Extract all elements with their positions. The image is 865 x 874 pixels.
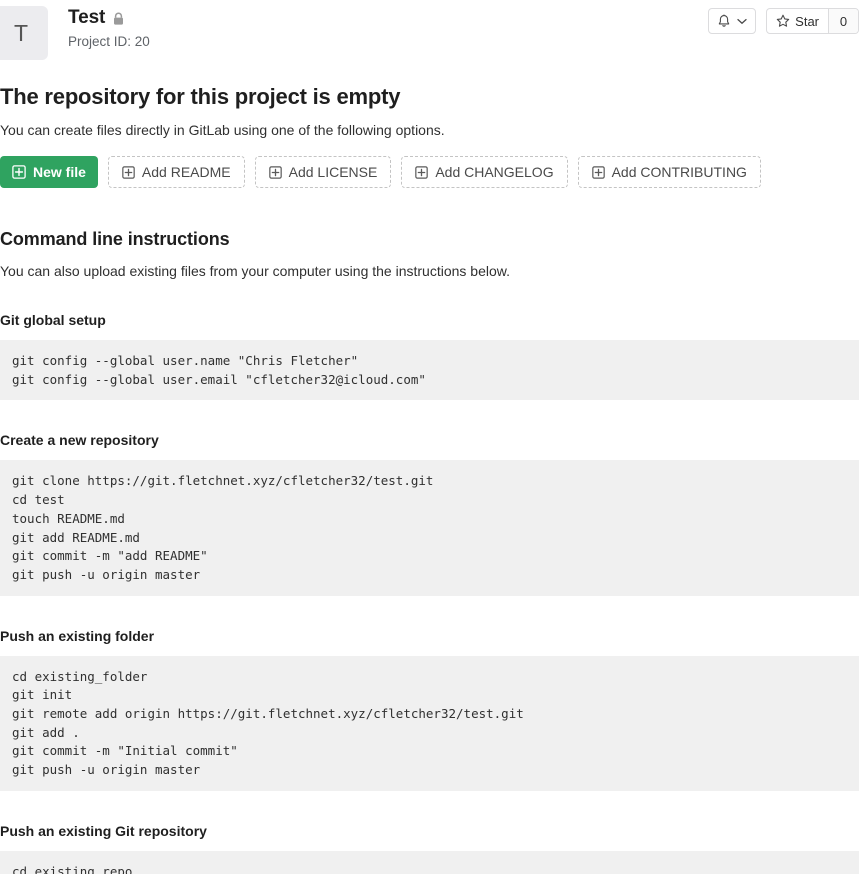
project-title-row: Test <box>68 7 150 29</box>
empty-repo-title: The repository for this project is empty <box>0 84 401 109</box>
add-changelog-button[interactable]: Add CHANGELOG <box>401 156 568 188</box>
code-block-push-existing-folder[interactable]: cd existing_folder git init git remote a… <box>0 655 859 791</box>
add-readme-button-label: Add README <box>141 164 231 180</box>
section-heading-create-new-repository: Create a new repository <box>0 432 159 449</box>
add-readme-button[interactable]: Add README <box>107 156 245 188</box>
section-heading-git-global-setup: Git global setup <box>0 312 106 328</box>
project-page: T Test Project ID: 20 Star 0 The reposit… <box>0 0 865 874</box>
add-contributing-button[interactable]: Add CONTRIBUTING <box>577 156 761 188</box>
star-button-label: Star <box>795 13 819 29</box>
plus-square-icon <box>268 165 282 179</box>
avatar-letter: T <box>13 19 29 46</box>
bell-icon <box>717 14 731 29</box>
section-heading-push-existing-git-repository: Push an existing Git repository <box>0 822 207 839</box>
notification-dropdown-button[interactable] <box>708 8 757 34</box>
plus-square-icon <box>591 165 605 179</box>
new-file-button-label: New file <box>33 164 86 180</box>
section-heading-push-existing-folder: Push an existing folder <box>0 627 155 644</box>
star-button[interactable]: Star 0 <box>766 8 859 34</box>
star-count[interactable]: 0 <box>828 9 858 33</box>
plus-square-icon <box>12 165 26 179</box>
code-block-create-new-repository[interactable]: git clone https://git.fletchnet.xyz/cfle… <box>0 460 859 596</box>
cli-instructions-title: Command line instructions <box>0 229 230 249</box>
add-changelog-button-label: Add CHANGELOG <box>435 164 554 180</box>
new-file-button[interactable]: New file <box>0 156 98 188</box>
main-content: The repository for this project is empty… <box>0 84 865 874</box>
cli-instructions-subtitle: You can also upload existing files from … <box>0 263 510 279</box>
header-actions: Star 0 <box>708 8 859 34</box>
add-license-button[interactable]: Add LICENSE <box>254 156 392 188</box>
plus-square-icon <box>122 165 135 179</box>
code-block-git-global-setup[interactable]: git config --global user.name "Chris Fle… <box>0 340 859 401</box>
empty-repo-actions: New file Add README Add LICENSE Add CHAN… <box>0 156 859 188</box>
plus-square-icon <box>415 165 429 179</box>
chevron-down-icon <box>737 18 747 25</box>
star-button-main[interactable]: Star <box>767 9 828 33</box>
project-avatar: T <box>0 6 48 60</box>
add-contributing-button-label: Add CONTRIBUTING <box>611 164 747 180</box>
star-icon <box>776 14 790 28</box>
empty-repo-subtitle: You can create files directly in GitLab … <box>0 122 445 138</box>
page-title: Test <box>68 7 106 28</box>
project-meta: Test Project ID: 20 <box>68 6 150 50</box>
add-license-button-label: Add LICENSE <box>288 164 378 180</box>
project-id-label: Project ID: 20 <box>68 34 150 49</box>
code-block-push-existing-git-repository[interactable]: cd existing_repo git remote rename origi… <box>0 850 859 874</box>
lock-icon <box>112 12 125 26</box>
